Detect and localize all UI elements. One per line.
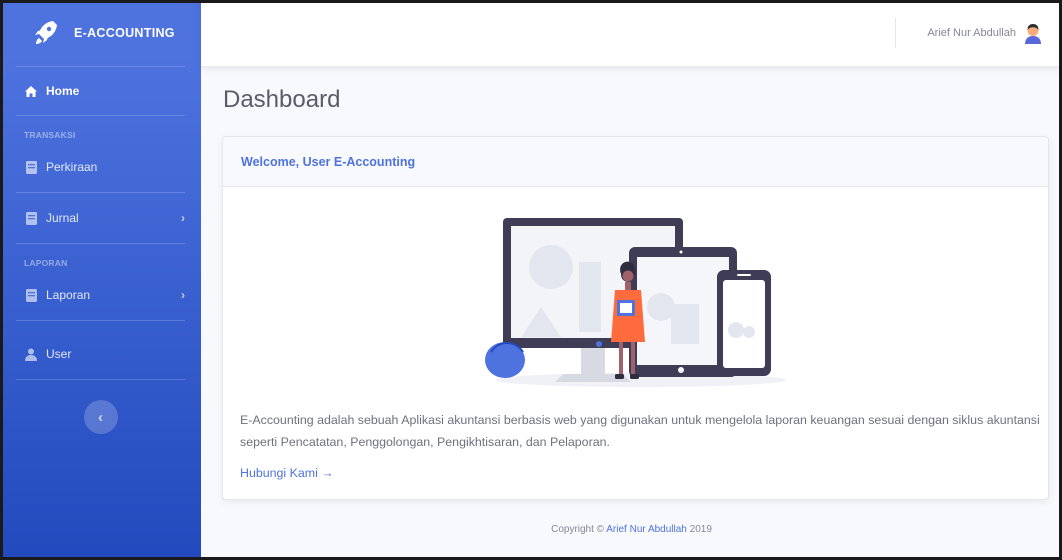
sidebar-divider	[16, 379, 185, 380]
card-title: Welcome, User E-Accounting	[241, 154, 416, 169]
user-name[interactable]: Arief Nur Abdullah	[927, 27, 1016, 39]
sidebar-item-perkiraan[interactable]: Perkiraan	[0, 142, 201, 192]
chevron-right-icon: ›	[181, 211, 185, 225]
brand-name: E-ACCOUNTING	[74, 26, 175, 40]
sidebar-item-label: User	[46, 347, 72, 361]
user-icon	[24, 347, 38, 361]
sidebar-divider	[16, 320, 185, 321]
sidebar-item-label: Home	[46, 84, 80, 98]
devices-illustration	[481, 212, 791, 392]
welcome-card: Welcome, User E-Accounting E-Accounting …	[222, 136, 1049, 500]
rocket-icon	[32, 19, 60, 47]
topbar: Arief Nur Abdullah	[201, 0, 1062, 66]
footer-author-link[interactable]: Arief Nur Abdullah	[606, 524, 687, 535]
user-avatar-icon[interactable]	[1022, 22, 1044, 44]
contact-link[interactable]: Hubungi Kami →	[240, 466, 334, 480]
sidebar-item-user[interactable]: User	[0, 329, 201, 379]
topbar-divider	[895, 18, 896, 48]
page-title: Dashboard	[223, 86, 341, 113]
sidebar-item-home[interactable]: Home	[0, 67, 201, 115]
sidebar-toggle-button[interactable]: ‹	[83, 400, 118, 434]
sidebar-item-label: Laporan	[46, 288, 91, 302]
book-icon	[24, 288, 38, 302]
book-icon	[24, 160, 38, 174]
chevron-right-icon: ›	[181, 288, 185, 302]
chevron-left-icon: ‹	[98, 408, 103, 426]
sidebar-heading-laporan: LAPORAN	[24, 258, 68, 268]
card-description: E-Accounting adalah sebuah Aplikasi akun…	[240, 413, 1040, 449]
sidebar-item-laporan[interactable]: Laporan ›	[0, 270, 201, 320]
sidebar-item-jurnal[interactable]: Jurnal ›	[0, 193, 201, 243]
sidebar-heading-transaksi: TRANSAKSI	[24, 130, 76, 140]
sidebar-item-label: Jurnal	[46, 211, 79, 225]
sidebar-brand[interactable]: E-ACCOUNTING	[0, 0, 201, 66]
home-icon	[24, 84, 38, 98]
book-icon	[24, 211, 38, 225]
card-header: Welcome, User E-Accounting	[223, 137, 1048, 187]
footer-copyright: Copyright ©	[551, 524, 607, 535]
sidebar-item-label: Perkiraan	[46, 160, 98, 174]
sidebar: E-ACCOUNTING Home TRANSAKSI Perkiraan Ju…	[0, 0, 201, 560]
footer: Copyright © Arief Nur Abdullah 2019	[201, 524, 1062, 535]
footer-year: 2019	[686, 524, 712, 535]
